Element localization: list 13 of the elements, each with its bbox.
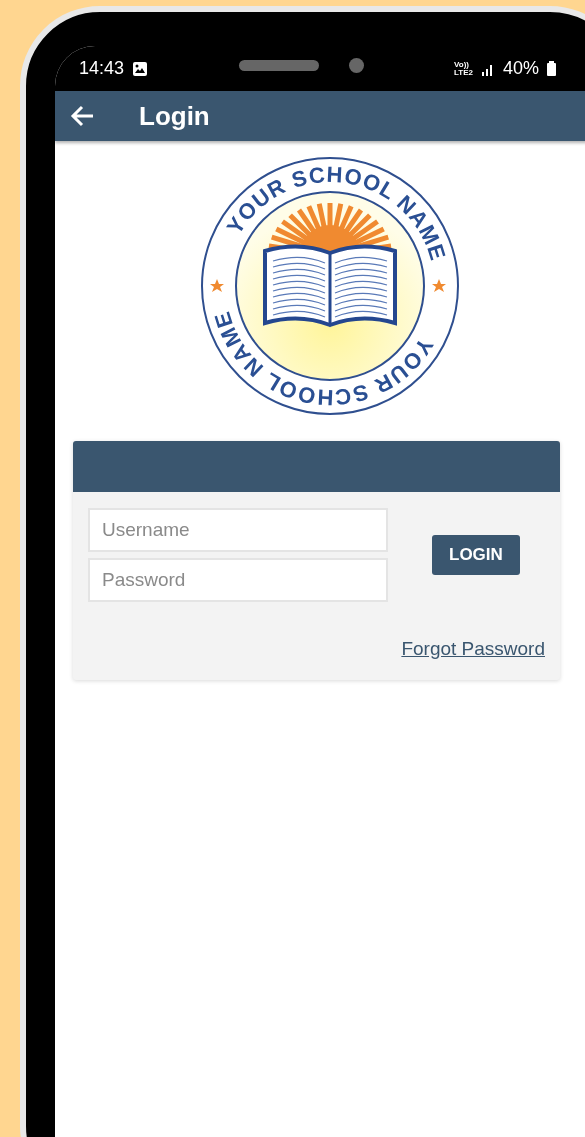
network-label: Vo)) [454,60,469,69]
battery-percent: 40% [503,58,540,79]
forgot-password-link[interactable]: Forgot Password [401,638,545,660]
network-label: LTE2 [454,68,473,77]
camera-dot [348,58,364,73]
status-time: 14:43 [79,58,125,79]
page-title: Login [139,100,210,132]
image-icon [132,60,149,77]
input-field[interactable]: Username [88,508,388,552]
input-field[interactable]: Password [88,558,388,602]
login-button[interactable]: LOGIN [432,535,520,575]
battery-icon [547,61,557,76]
back-arrow-icon[interactable] [69,103,95,129]
